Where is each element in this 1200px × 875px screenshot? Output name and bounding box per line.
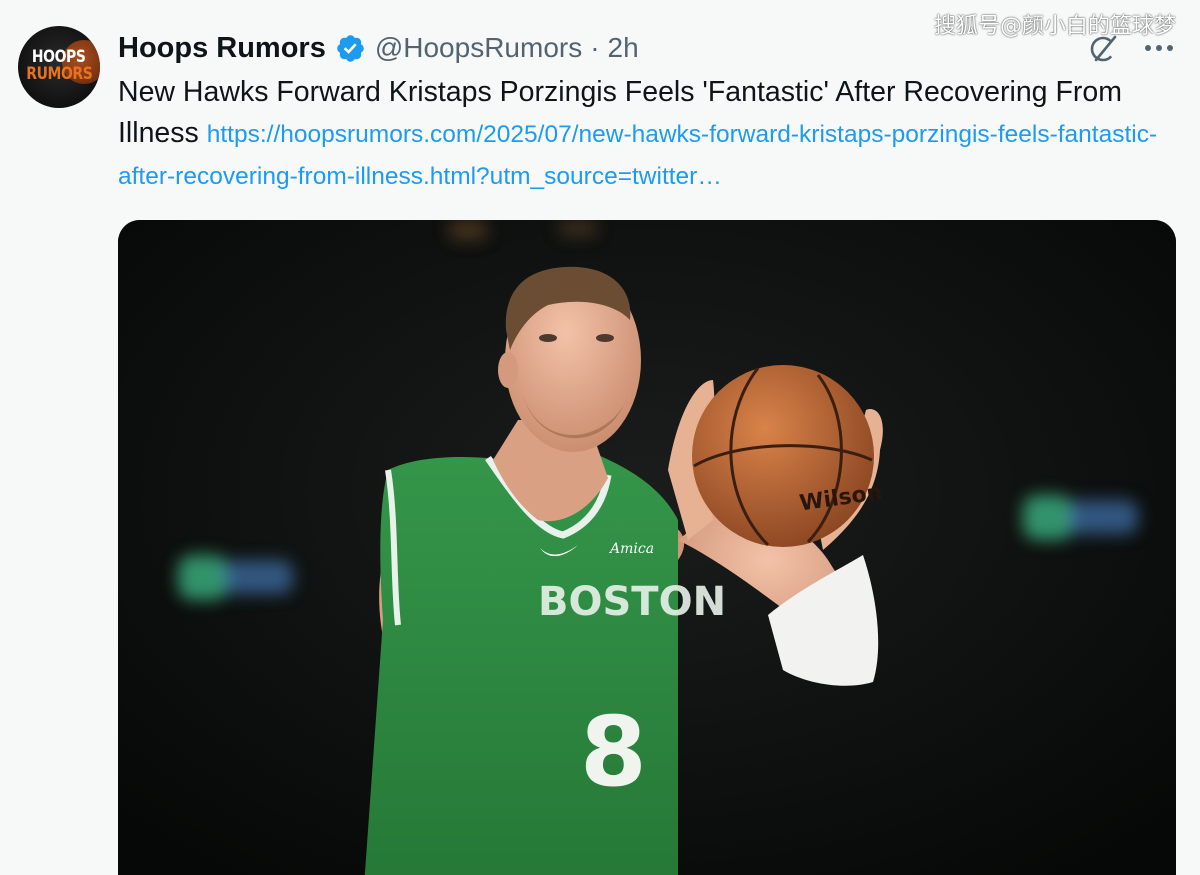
tweet-header: Hoops Rumors @HoopsRumors · 2h	[118, 30, 639, 66]
author-display-name[interactable]: Hoops Rumors	[118, 32, 326, 65]
player-photo: Wilson BOSTON 8 Amica	[118, 220, 1176, 875]
tweet-media-image[interactable]: Wilson BOSTON 8 Amica	[118, 220, 1176, 875]
tweet-timestamp[interactable]: 2h	[608, 32, 639, 64]
jersey-sponsor: Amica	[608, 541, 654, 557]
more-options-icon[interactable]	[1142, 36, 1176, 60]
author-avatar[interactable]: HOOPS RUMORS	[18, 26, 100, 108]
author-handle[interactable]: @HoopsRumors	[375, 32, 582, 64]
watermark-text: 搜狐号@颜小白的篮球梦	[933, 14, 1176, 39]
tweet-card[interactable]: HOOPS RUMORS Hoops Rumors @HoopsRumors ·…	[0, 0, 1200, 875]
jersey-team-text: BOSTON	[538, 579, 726, 625]
jersey-number: 8	[580, 696, 647, 808]
tweet-text: New Hawks Forward Kristaps Porzingis Fee…	[118, 72, 1168, 197]
tweet-link[interactable]: https://hoopsrumors.com/2025/07/new-hawk…	[118, 121, 1157, 190]
grok-icon[interactable]	[1088, 32, 1120, 64]
avatar-logo-text-2: RUMORS	[25, 64, 93, 84]
verified-badge-icon	[337, 34, 364, 62]
header-separator: ·	[590, 32, 600, 63]
